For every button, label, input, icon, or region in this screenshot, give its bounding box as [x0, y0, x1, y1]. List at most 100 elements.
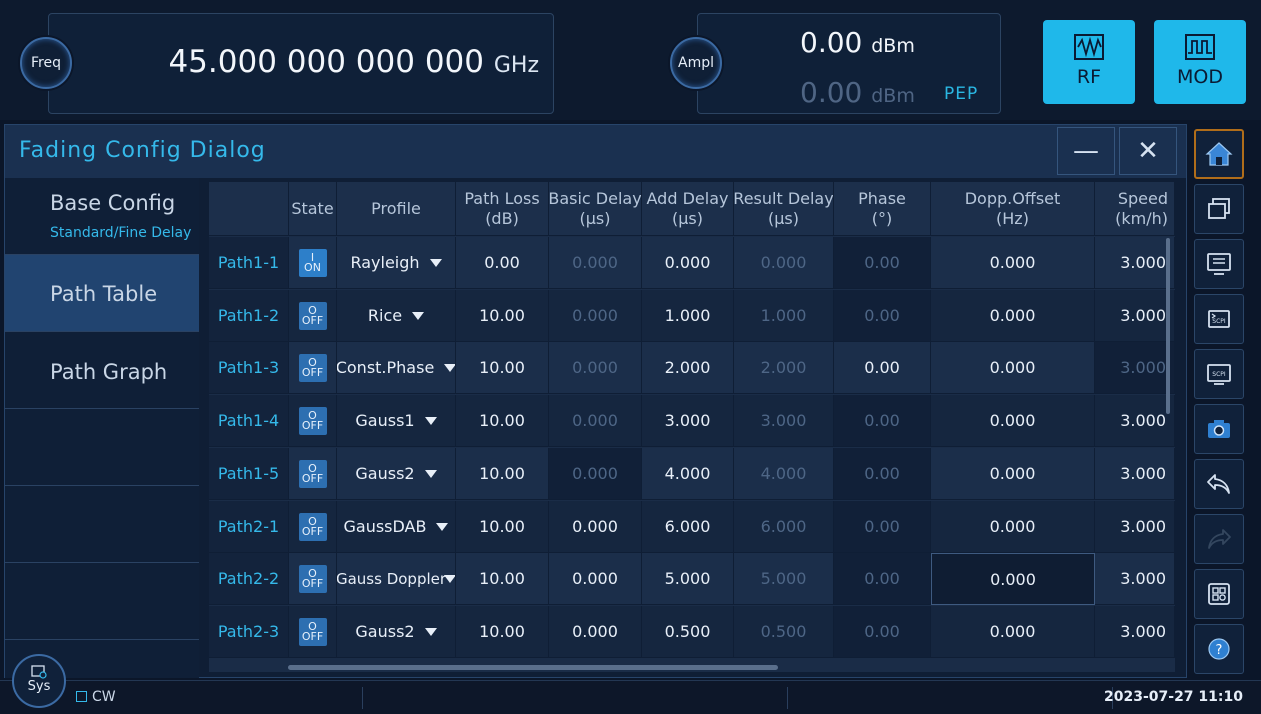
basic-cell[interactable]: 0.000: [549, 342, 642, 394]
amplitude-display[interactable]: 0.00 dBm 0.00 dBm PEP: [697, 13, 1001, 114]
phase-cell[interactable]: 0.00: [834, 395, 931, 447]
dopp-cell[interactable]: 0.000: [931, 237, 1095, 289]
phase-cell[interactable]: 0.00: [834, 290, 931, 342]
dopp-cell[interactable]: 0.000: [931, 553, 1095, 605]
add-cell[interactable]: 0.000: [642, 237, 734, 289]
loss-cell[interactable]: 10.00: [456, 448, 549, 500]
dopp-cell[interactable]: 0.000: [931, 395, 1095, 447]
result-cell[interactable]: 3.000: [734, 395, 834, 447]
mod-button[interactable]: MOD: [1154, 20, 1246, 104]
mode-indicator[interactable]: CW: [76, 689, 116, 705]
loss-cell[interactable]: 10.00: [456, 606, 549, 658]
phase-cell[interactable]: 0.00: [834, 501, 931, 553]
state-toggle[interactable]: O OFF: [298, 512, 327, 541]
speed-cell[interactable]: 3.000: [1095, 501, 1175, 553]
state-toggle[interactable]: O OFF: [298, 564, 327, 593]
dopp-cell[interactable]: 0.000: [931, 606, 1095, 658]
phase-cell[interactable]: 0.00: [834, 448, 931, 500]
result-cell[interactable]: 2.000: [734, 342, 834, 394]
phase-cell[interactable]: 0.00: [834, 606, 931, 658]
result-cell[interactable]: 0.500: [734, 606, 834, 658]
monitor-checklist-button[interactable]: [1194, 239, 1244, 289]
basic-cell[interactable]: 0.000: [549, 606, 642, 658]
vertical-scrollbar[interactable]: [1166, 238, 1170, 414]
speed-cell[interactable]: 3.000: [1095, 606, 1175, 658]
menu-item-path-table[interactable]: Path Table: [5, 255, 199, 332]
profile-dropdown[interactable]: Gauss2: [337, 606, 456, 658]
windows-button[interactable]: [1194, 184, 1244, 234]
speed-cell[interactable]: 3.000: [1095, 448, 1175, 500]
state-toggle[interactable]: O OFF: [298, 406, 327, 435]
state-toggle[interactable]: O OFF: [298, 301, 327, 330]
basic-cell[interactable]: 0.000: [549, 553, 642, 605]
loss-cell[interactable]: 10.00: [456, 395, 549, 447]
profile-dropdown[interactable]: GaussDAB: [337, 501, 456, 553]
help-button[interactable]: ?: [1194, 624, 1244, 674]
loss-cell[interactable]: 10.00: [456, 501, 549, 553]
profile-dropdown[interactable]: Rayleigh: [337, 237, 456, 289]
layout-button[interactable]: [1194, 569, 1244, 619]
result-cell[interactable]: 6.000: [734, 501, 834, 553]
scpi-terminal-button[interactable]: SCPI: [1194, 294, 1244, 344]
add-cell[interactable]: 1.000: [642, 290, 734, 342]
add-cell[interactable]: 0.500: [642, 606, 734, 658]
screenshot-button[interactable]: [1194, 404, 1244, 454]
dopp-cell[interactable]: 0.000: [931, 501, 1095, 553]
close-button[interactable]: ✕: [1119, 127, 1177, 175]
horizontal-scrollbar[interactable]: [288, 665, 778, 670]
state-toggle[interactable]: O OFF: [298, 617, 327, 646]
phase-cell[interactable]: 0.00: [834, 342, 931, 394]
sys-button[interactable]: Sys: [12, 654, 66, 708]
scpi-monitor-button[interactable]: SCPI: [1194, 349, 1244, 399]
basic-cell[interactable]: 0.000: [549, 395, 642, 447]
state-cell[interactable]: O OFF: [289, 395, 337, 447]
loss-cell[interactable]: 10.00: [456, 342, 549, 394]
dopp-cell[interactable]: 0.000: [931, 448, 1095, 500]
home-button[interactable]: [1194, 129, 1244, 179]
menu-item-base-config[interactable]: Base Config Standard/Fine Delay: [5, 178, 199, 255]
state-cell[interactable]: O OFF: [289, 448, 337, 500]
state-cell[interactable]: O OFF: [289, 290, 337, 342]
state-toggle[interactable]: O OFF: [298, 353, 327, 382]
result-cell[interactable]: 0.000: [734, 237, 834, 289]
loss-cell[interactable]: 0.00: [456, 237, 549, 289]
profile-dropdown[interactable]: Gauss Doppler: [337, 553, 456, 605]
dopp-cell[interactable]: 0.000: [931, 290, 1095, 342]
add-cell[interactable]: 6.000: [642, 501, 734, 553]
undo-button[interactable]: [1194, 459, 1244, 509]
add-cell[interactable]: 2.000: [642, 342, 734, 394]
redo-button[interactable]: [1194, 514, 1244, 564]
state-cell[interactable]: O OFF: [289, 342, 337, 394]
speed-cell[interactable]: 3.000: [1095, 553, 1175, 605]
basic-cell[interactable]: 0.000: [549, 237, 642, 289]
frequency-display[interactable]: 45.000 000 000 000 GHz: [48, 13, 554, 114]
freq-button[interactable]: Freq: [20, 37, 72, 89]
minimize-button[interactable]: —: [1057, 127, 1115, 175]
state-toggle[interactable]: I ON: [298, 248, 327, 277]
menu-item-path-graph[interactable]: Path Graph: [5, 332, 199, 409]
basic-cell[interactable]: 0.000: [549, 501, 642, 553]
phase-cell[interactable]: 0.00: [834, 553, 931, 605]
state-cell[interactable]: O OFF: [289, 501, 337, 553]
state-cell[interactable]: O OFF: [289, 606, 337, 658]
state-toggle[interactable]: O OFF: [298, 459, 327, 488]
ampl-button[interactable]: Ampl: [670, 37, 722, 89]
speed-cell[interactable]: 3.000: [1095, 342, 1175, 394]
add-cell[interactable]: 3.000: [642, 395, 734, 447]
add-cell[interactable]: 4.000: [642, 448, 734, 500]
phase-cell[interactable]: 0.00: [834, 237, 931, 289]
loss-cell[interactable]: 10.00: [456, 290, 549, 342]
profile-dropdown[interactable]: Rice: [337, 290, 456, 342]
profile-dropdown[interactable]: Gauss2: [337, 448, 456, 500]
loss-cell[interactable]: 10.00: [456, 553, 549, 605]
basic-cell[interactable]: 0.000: [549, 290, 642, 342]
result-cell[interactable]: 5.000: [734, 553, 834, 605]
add-cell[interactable]: 5.000: [642, 553, 734, 605]
profile-dropdown[interactable]: Const.Phase: [337, 342, 456, 394]
state-cell[interactable]: I ON: [289, 237, 337, 289]
rf-button[interactable]: RF: [1043, 20, 1135, 104]
state-cell[interactable]: O OFF: [289, 553, 337, 605]
result-cell[interactable]: 4.000: [734, 448, 834, 500]
dopp-cell[interactable]: 0.000: [931, 342, 1095, 394]
basic-cell[interactable]: 0.000: [549, 448, 642, 500]
